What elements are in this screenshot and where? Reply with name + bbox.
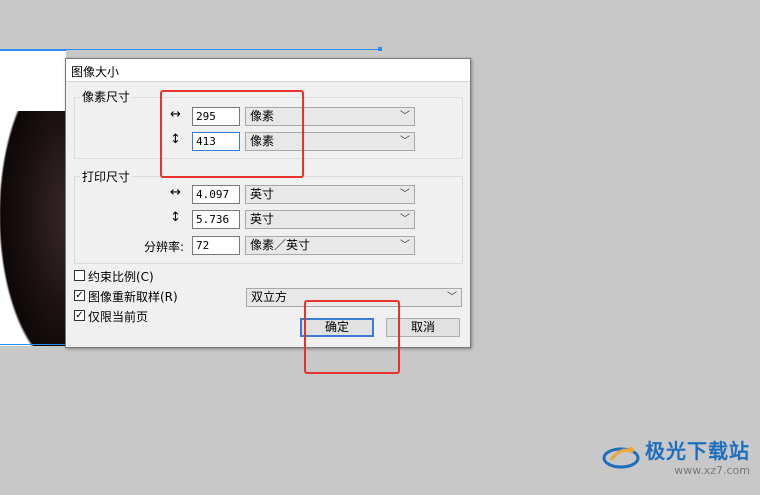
photo-hair	[0, 111, 66, 346]
dialog-title: 图像大小	[71, 65, 120, 79]
current-page-checkbox[interactable]: ✓	[74, 310, 85, 321]
canvas-image	[0, 50, 66, 346]
chevron-down-icon: ﹀	[447, 292, 457, 303]
canvas-border-bottom	[0, 344, 66, 345]
pixel-dimensions-label: 像素尺寸	[80, 88, 133, 105]
print-width-unit-select[interactable]: 英寸 ﹀	[245, 185, 415, 204]
resample-checkbox[interactable]: ✓	[74, 290, 85, 301]
chevron-down-icon: ﹀	[400, 189, 410, 200]
print-height-input[interactable]: 5.736	[192, 210, 240, 229]
chevron-down-icon: ﹀	[400, 214, 410, 225]
highlight-box	[160, 90, 304, 178]
resolution-label: 分辨率:	[144, 240, 185, 254]
constrain-checkbox[interactable]	[74, 270, 85, 281]
print-size-label: 打印尺寸	[80, 168, 133, 185]
highlight-box	[304, 300, 400, 374]
resize-handle[interactable]	[378, 47, 382, 51]
watermark-logo-icon	[602, 447, 640, 469]
vertical-arrow-icon: ↕	[170, 210, 181, 225]
resample-label: 图像重新取样(R)	[88, 290, 178, 304]
chevron-down-icon: ﹀	[400, 136, 410, 147]
current-page-label: 仅限当前页	[88, 310, 149, 324]
resample-method-label: 双立方	[251, 290, 288, 304]
print-height-unit-label: 英寸	[250, 212, 275, 226]
watermark-url: www.xz7.com	[674, 464, 750, 477]
check-icon: ✓	[75, 310, 84, 321]
resolution-unit-label: 像素／英寸	[250, 238, 311, 252]
print-width-unit-label: 英寸	[250, 187, 275, 201]
print-height-unit-select[interactable]: 英寸 ﹀	[245, 210, 415, 229]
watermark-title: 极光下载站	[645, 439, 750, 463]
watermark: 极光下载站 www.xz7.com	[601, 435, 750, 477]
resolution-unit-select[interactable]: 像素／英寸 ﹀	[245, 236, 415, 255]
dialog-titlebar: 图像大小	[66, 59, 470, 82]
horizontal-arrow-icon: ↔	[170, 185, 181, 200]
chevron-down-icon: ﹀	[400, 240, 410, 251]
print-width-input[interactable]: 4.097	[192, 185, 240, 204]
check-icon: ✓	[75, 290, 84, 301]
canvas-border-top	[0, 49, 382, 50]
resolution-input[interactable]: 72	[192, 236, 240, 255]
constrain-label: 约束比例(C)	[88, 270, 154, 284]
chevron-down-icon: ﹀	[400, 111, 410, 122]
